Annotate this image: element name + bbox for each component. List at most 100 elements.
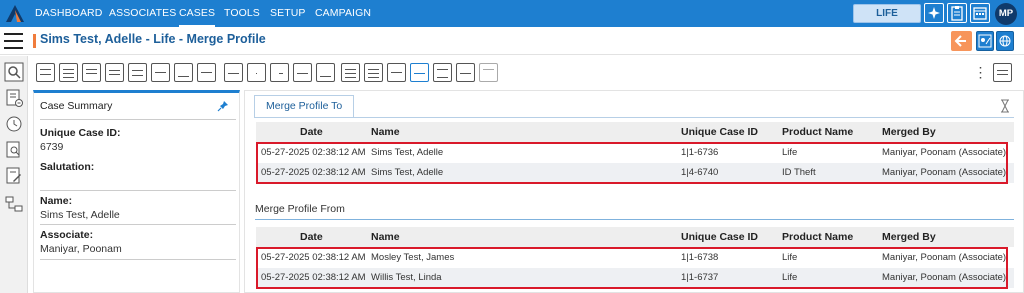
sparkle-icon[interactable] — [924, 3, 944, 23]
nav-campaign[interactable]: CAMPAIGN — [315, 0, 371, 27]
row-product-name: Life — [782, 272, 798, 283]
row-merged-by: Maniyar, Poonam (Associate) — [882, 252, 1007, 263]
row-product-name: Life — [782, 252, 798, 263]
archive-icon[interactable] — [456, 63, 475, 82]
merge-icon[interactable] — [151, 63, 170, 82]
user-avatar[interactable]: MP — [995, 3, 1017, 25]
table-row[interactable]: 05-27-2025 02:38:12 AM Sims Test, Adelle… — [256, 143, 1014, 163]
row-unique-case-id: 1|1-6736 — [681, 147, 719, 158]
calculator-icon[interactable] — [341, 63, 360, 82]
summary-divider — [40, 224, 236, 225]
hourglass-icon[interactable] — [999, 99, 1011, 113]
merge-from-table-header: Date Name Unique Case ID Product Name Me… — [256, 227, 1014, 247]
salutation-label: Salutation: — [40, 161, 95, 173]
billing-icon[interactable] — [433, 63, 452, 82]
column-header-unique-case-id: Unique Case ID — [681, 126, 759, 138]
timer-icon[interactable] — [247, 63, 266, 82]
mail-icon[interactable] — [197, 63, 216, 82]
image-icon[interactable] — [174, 63, 193, 82]
document-edit-icon[interactable] — [4, 166, 24, 186]
row-product-name: Life — [782, 147, 798, 158]
nav-setup[interactable]: SETUP — [270, 0, 306, 27]
title-bar: Sims Test, Adelle - Life - Merge Profile — [0, 27, 1024, 55]
title-accent-bar — [33, 34, 36, 48]
row-merged-by: Maniyar, Poonam (Associate) — [882, 147, 1007, 158]
case-summary-panel: Case Summary Unique Case ID: 6739 Saluta… — [33, 90, 240, 293]
screen-icon[interactable] — [36, 63, 55, 82]
top-nav: DASHBOARD ASSOCIATES CASES TOOLS SETUP C… — [0, 0, 1024, 27]
search-icon[interactable] — [4, 62, 24, 82]
list-icon[interactable] — [364, 63, 383, 82]
row-merged-by: Maniyar, Poonam (Associate) — [882, 167, 1007, 178]
transfer-icon[interactable] — [410, 63, 429, 82]
row-name: Sims Test, Adelle — [371, 167, 444, 178]
column-header-product-name: Product Name — [782, 231, 854, 243]
phone-icon[interactable] — [293, 63, 312, 82]
table-row[interactable]: 05-27-2025 02:38:12 AM Mosley Test, Jame… — [256, 248, 1014, 268]
pin-icon[interactable] — [217, 100, 229, 112]
hamburger-menu-icon[interactable] — [4, 33, 23, 49]
nav-tools[interactable]: TOOLS — [224, 0, 260, 27]
add-document-icon[interactable] — [4, 88, 24, 108]
table-row[interactable]: 05-27-2025 02:38:12 AM Sims Test, Adelle… — [256, 163, 1014, 183]
column-header-unique-case-id: Unique Case ID — [681, 231, 759, 243]
column-header-name: Name — [371, 231, 400, 243]
calendar-icon[interactable] — [970, 3, 990, 23]
unique-case-id-label: Unique Case ID: — [40, 127, 121, 139]
edit-document-icon[interactable] — [105, 63, 124, 82]
table-row[interactable]: 05-27-2025 02:38:12 AM Willis Test, Lind… — [256, 268, 1014, 288]
nav-cases[interactable]: CASES — [179, 0, 216, 27]
product-life-button[interactable]: LIFE — [853, 4, 921, 23]
email-template-icon[interactable] — [387, 63, 406, 82]
summary-divider — [40, 119, 236, 120]
clipboard-icon[interactable] — [947, 3, 967, 23]
history-icon[interactable] — [4, 114, 24, 134]
case-summary-heading: Case Summary — [40, 100, 113, 112]
profile-switch-icon[interactable] — [976, 31, 994, 51]
merge-to-table-header: Date Name Unique Case ID Product Name Me… — [256, 122, 1014, 142]
row-unique-case-id: 1|1-6737 — [681, 272, 719, 283]
view-document-icon[interactable] — [82, 63, 101, 82]
column-header-merged-by: Merged By — [882, 231, 936, 243]
row-unique-case-id: 1|1-6738 — [681, 252, 719, 263]
merge-profile-from-title: Merge Profile From — [255, 203, 345, 215]
row-date: 05-27-2025 02:38:12 AM — [261, 147, 366, 158]
row-name: Willis Test, Linda — [371, 272, 442, 283]
tab-underline — [254, 117, 1014, 118]
name-value: Sims Test, Adelle — [40, 209, 120, 221]
merge-profile-panel: Merge Profile To Date Name Unique Case I… — [244, 90, 1024, 293]
unique-case-id-value: 6739 — [40, 141, 64, 153]
section-divider — [255, 219, 1014, 220]
row-name: Mosley Test, James — [371, 252, 455, 263]
tab-merge-profile-to[interactable]: Merge Profile To — [254, 95, 355, 117]
action-toolbar: ⋮ — [28, 56, 1024, 88]
globe-icon[interactable] — [996, 31, 1014, 51]
workflow-icon[interactable] — [4, 194, 24, 214]
contact-card-icon[interactable] — [59, 63, 78, 82]
row-date: 05-27-2025 02:38:12 AM — [261, 252, 366, 263]
clock-icon[interactable] — [270, 63, 289, 82]
left-rail — [0, 56, 28, 293]
summary-divider — [40, 190, 236, 191]
row-merged-by: Maniyar, Poonam (Associate) — [882, 272, 1007, 283]
nav-associates[interactable]: ASSOCIATES — [109, 0, 176, 27]
name-label: Name: — [40, 195, 73, 207]
notes-icon[interactable] — [993, 63, 1012, 82]
column-header-date: Date — [300, 126, 323, 138]
row-date: 05-27-2025 02:38:12 AM — [261, 272, 366, 283]
nav-dashboard[interactable]: DASHBOARD — [35, 0, 102, 27]
row-unique-case-id: 1|4-6740 — [681, 167, 719, 178]
trash-icon[interactable] — [479, 63, 498, 82]
column-header-product-name: Product Name — [782, 126, 854, 138]
copy-icon[interactable] — [128, 63, 147, 82]
document-search-icon[interactable] — [4, 140, 24, 160]
back-arrow-icon[interactable] — [951, 31, 972, 51]
row-product-name: ID Theft — [782, 167, 816, 178]
column-header-merged-by: Merged By — [882, 126, 936, 138]
people-icon[interactable] — [316, 63, 335, 82]
associate-value: Maniyar, Poonam — [40, 243, 122, 255]
associate-label: Associate: — [40, 229, 94, 241]
print-icon[interactable] — [224, 63, 243, 82]
more-options-icon[interactable]: ⋮ — [971, 63, 990, 82]
app-logo-icon[interactable] — [4, 3, 26, 25]
